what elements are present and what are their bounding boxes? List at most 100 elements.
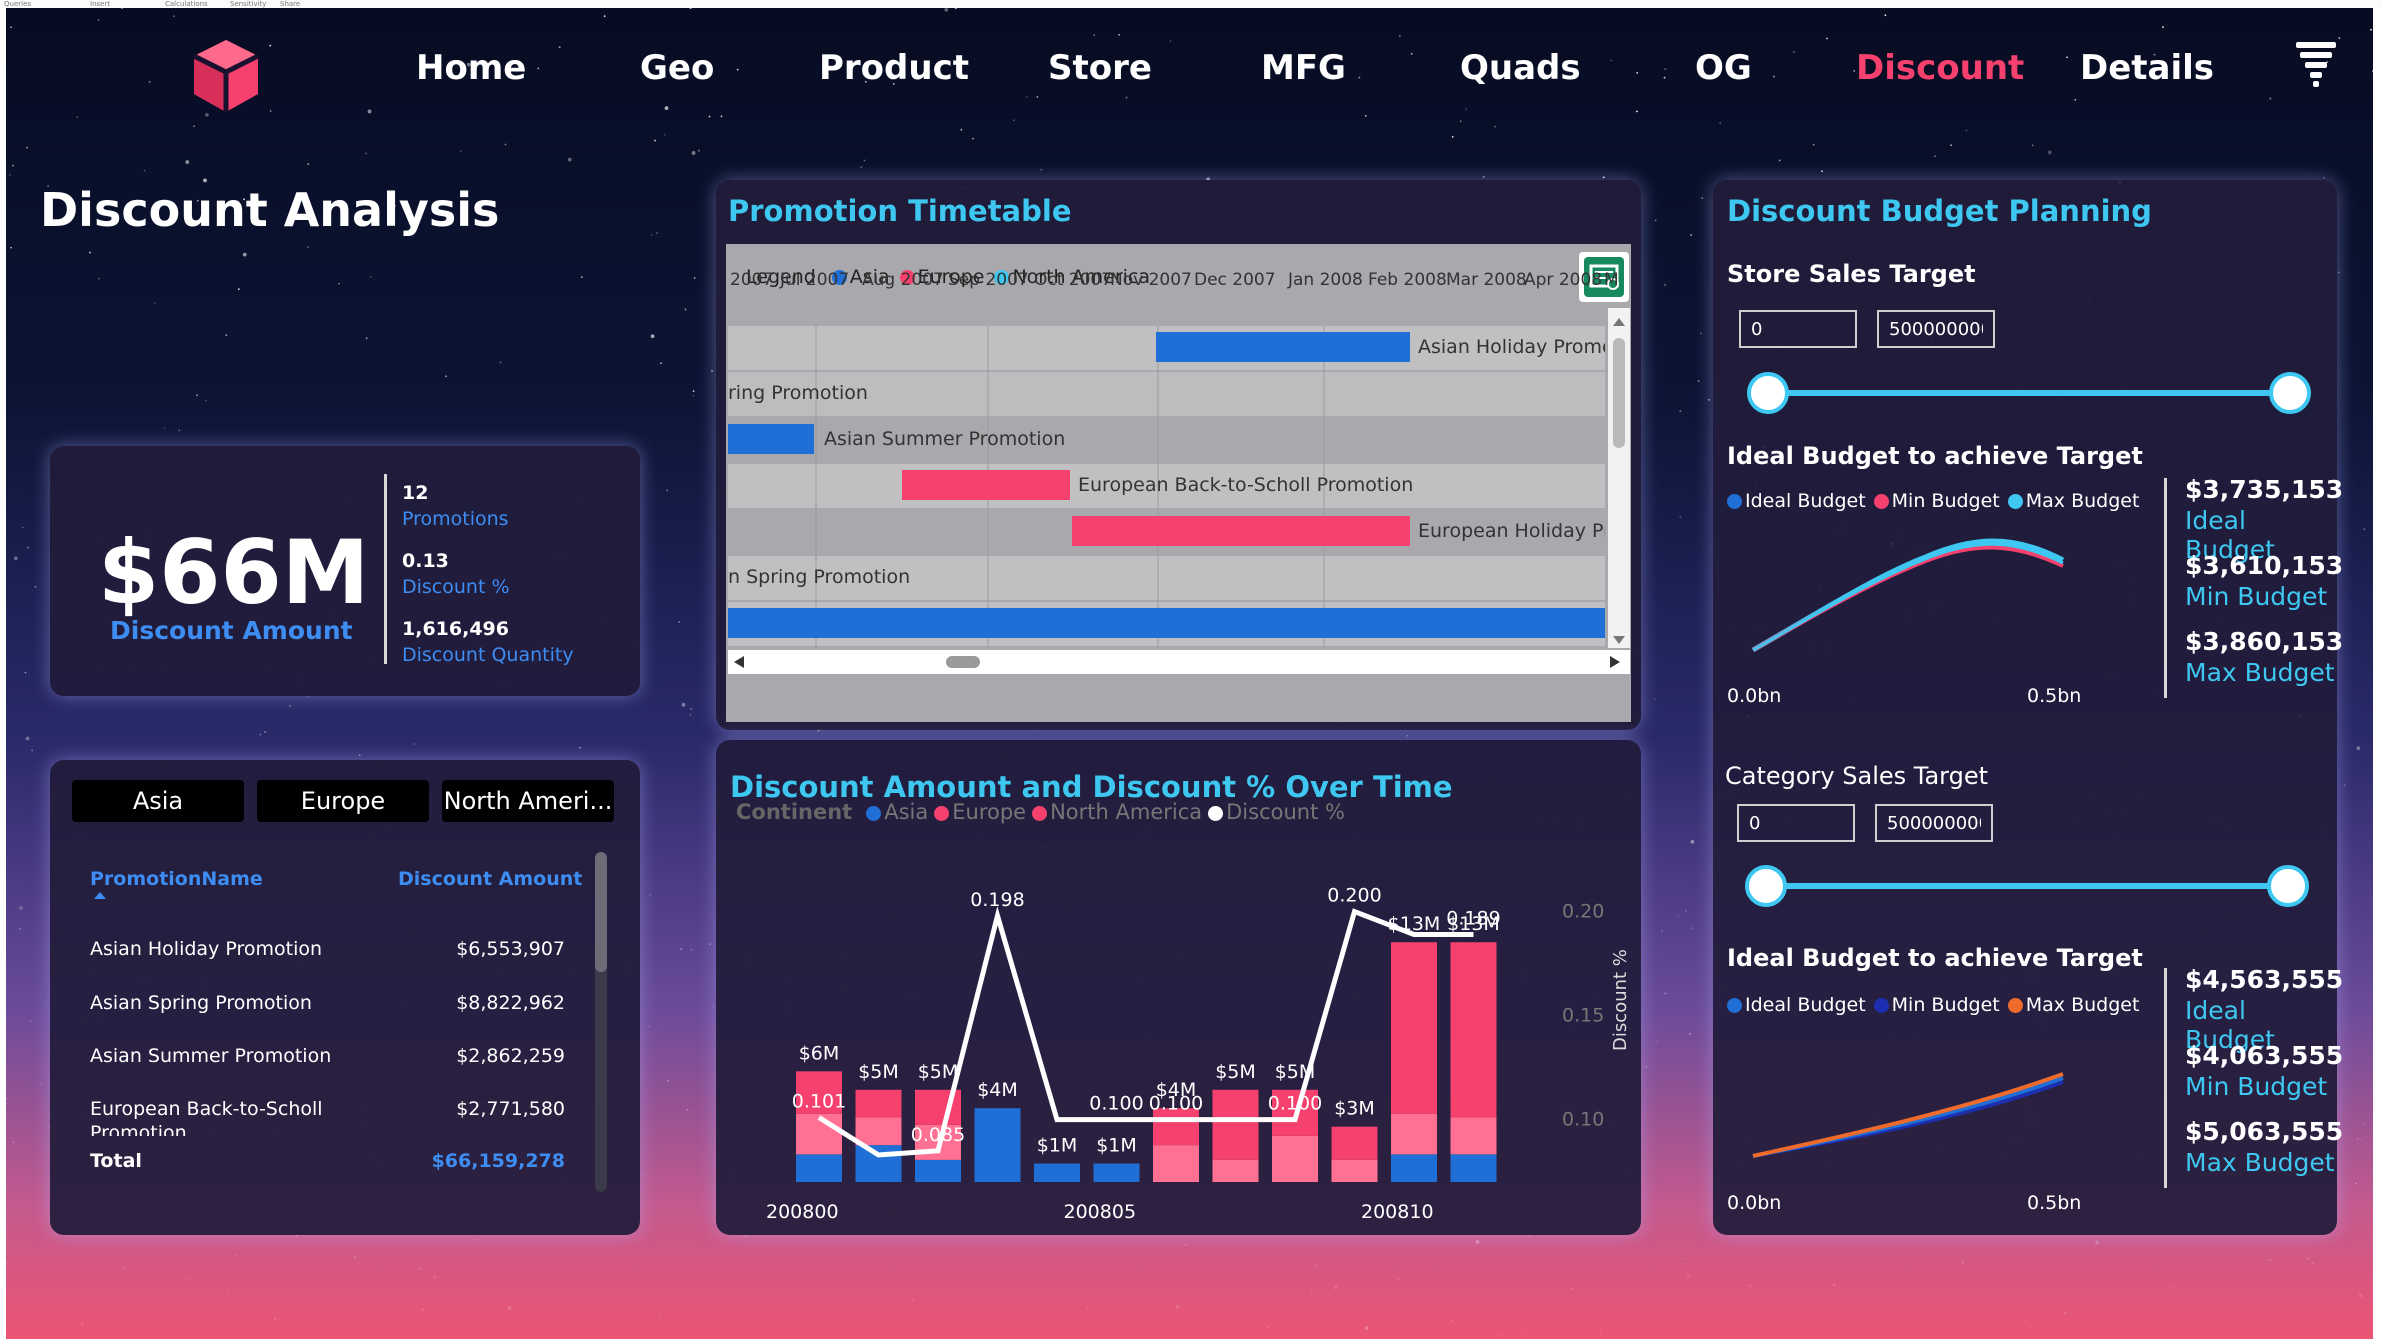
ribbon-share[interactable]: Share — [280, 0, 300, 8]
bar-segment-asia[interactable] — [796, 1154, 842, 1182]
bar-segment-na[interactable] — [1450, 942, 1497, 1118]
star — [1451, 1319, 1453, 1322]
ribbon-queries[interactable]: Queries — [4, 0, 31, 8]
nav-product[interactable]: Product — [819, 48, 969, 88]
store-slider-max-knob[interactable] — [2269, 372, 2311, 414]
table-row-amount: $6,553,907 — [456, 938, 565, 960]
gantt-bar[interactable] — [1072, 516, 1410, 546]
star — [203, 178, 207, 183]
gantt-hscroll-track[interactable] — [728, 650, 1630, 674]
bar-segment-asia[interactable] — [915, 1159, 961, 1182]
nav-mfg[interactable]: MFG — [1261, 48, 1346, 88]
legend-ideal[interactable]: Ideal Budget — [1745, 490, 1866, 512]
gantt-bar[interactable] — [1156, 332, 1410, 362]
bar-segment-europe[interactable] — [1391, 1113, 1437, 1155]
category-budget-legend: Ideal Budget Min Budget Max Budget — [1727, 994, 2139, 1016]
nav-quads[interactable]: Quads — [1460, 48, 1581, 88]
gantt-row-label: European Holiday Pr — [1418, 520, 1605, 542]
bar-segment-na[interactable] — [1391, 942, 1437, 1114]
star — [196, 394, 198, 397]
nav-details[interactable]: Details — [2080, 48, 2214, 88]
star — [693, 276, 696, 279]
star — [692, 390, 695, 393]
bar-segment-europe[interactable] — [855, 1117, 902, 1146]
legend-max[interactable]: Max Budget — [2026, 994, 2140, 1016]
star — [504, 143, 507, 146]
gantt-row-label: Asian Holiday Promo — [1418, 336, 1605, 358]
nav-og[interactable]: OG — [1695, 48, 1752, 88]
star — [1433, 1266, 1436, 1269]
gantt-month-label: Aug 2007 — [862, 270, 944, 290]
combo-chart: 0.10 0.15 0.20 Discount % $6M $5M $5M $4M $1M $1M… — [766, 885, 1631, 1223]
gantt-vscroll-thumb[interactable] — [1613, 338, 1625, 448]
star — [2372, 70, 2373, 73]
bar-segment-na[interactable] — [855, 1089, 902, 1118]
slicer-north-america[interactable]: North Ameri... — [442, 780, 614, 822]
gantt-bar[interactable] — [902, 470, 1070, 500]
store-budget-line-chart — [1751, 538, 2065, 653]
category-slider-track[interactable] — [1769, 883, 2289, 889]
star — [154, 302, 156, 305]
bar-segment-asia[interactable] — [974, 1108, 1021, 1182]
gantt-bar[interactable] — [728, 608, 1605, 638]
bar-segment-europe[interactable] — [1272, 1135, 1318, 1182]
table-scrollbar-thumb[interactable] — [595, 852, 607, 972]
star — [421, 1309, 424, 1311]
nav-home[interactable]: Home — [416, 48, 526, 88]
star — [274, 1318, 276, 1321]
legend-dot-ideal — [1727, 494, 1742, 509]
star — [1676, 914, 1679, 917]
bar-total-label: $5M — [918, 1061, 959, 1083]
store-slider-track[interactable] — [1769, 390, 2289, 396]
filter-funnel-icon[interactable] — [2294, 40, 2338, 88]
ribbon-insert[interactable]: Insert — [90, 0, 110, 8]
gantt-bar[interactable] — [728, 424, 814, 454]
slicer-asia[interactable]: Asia — [72, 780, 244, 822]
bar-segment-europe[interactable] — [1450, 1117, 1497, 1155]
discount-combo-card: Discount Amount and Discount % Over Time… — [716, 740, 1641, 1235]
store-min-input[interactable] — [1739, 310, 1857, 348]
col-discount-amount[interactable]: Discount Amount — [398, 868, 582, 890]
star — [367, 109, 372, 114]
ribbon-calculations[interactable]: Calculations — [165, 0, 208, 8]
category-slider-max-knob[interactable] — [2267, 865, 2309, 907]
store-max-input[interactable] — [1877, 310, 1995, 348]
legend-min[interactable]: Min Budget — [1892, 994, 2000, 1016]
bar-segment-na[interactable] — [1212, 1089, 1259, 1160]
legend-min[interactable]: Min Budget — [1892, 490, 2000, 512]
timetable-title: Promotion Timetable — [728, 194, 1072, 228]
star — [1933, 155, 1936, 158]
star — [2337, 271, 2340, 274]
bar-segment-europe[interactable] — [1153, 1145, 1199, 1182]
bar-segment-asia[interactable] — [1450, 1154, 1497, 1182]
gantt-month-label: M — [1604, 270, 1619, 290]
report-canvas: Home Geo Product Store MFG Quads OG Disc… — [6, 8, 2373, 1339]
bar-segment-asia[interactable] — [855, 1145, 902, 1182]
gantt-hscroll-thumb[interactable] — [946, 656, 980, 668]
store-slider-min-knob[interactable] — [1747, 372, 1789, 414]
bar-segment-na[interactable] — [1331, 1126, 1378, 1160]
star — [29, 1020, 32, 1022]
discount-quantity-value: 1,616,496 — [402, 618, 509, 640]
bar-segment-europe[interactable] — [1212, 1159, 1259, 1182]
sort-ascending-icon[interactable] — [94, 892, 106, 899]
legend-max[interactable]: Max Budget — [2026, 490, 2140, 512]
bar-segment-asia[interactable] — [1034, 1163, 1080, 1182]
bar-segment-asia[interactable] — [1391, 1154, 1437, 1182]
nav-store[interactable]: Store — [1048, 48, 1152, 88]
nav-geo[interactable]: Geo — [640, 48, 714, 88]
discount-quantity-label: Discount Quantity — [402, 644, 574, 666]
category-max-input[interactable] — [1875, 804, 1993, 842]
category-min-input[interactable] — [1737, 804, 1855, 842]
legend-ideal[interactable]: Ideal Budget — [1745, 994, 1866, 1016]
star — [121, 8, 124, 10]
slicer-europe[interactable]: Europe — [257, 780, 429, 822]
nav-discount[interactable]: Discount — [1856, 48, 2024, 88]
cube-logo-icon[interactable] — [186, 36, 266, 116]
ribbon-sensitivity[interactable]: Sensitivity — [230, 0, 266, 8]
col-promotion-name[interactable]: PromotionName — [90, 868, 263, 890]
bar-segment-asia[interactable] — [1093, 1163, 1140, 1182]
bar-segment-europe[interactable] — [1331, 1159, 1378, 1182]
star — [860, 166, 863, 169]
category-slider-min-knob[interactable] — [1745, 865, 1787, 907]
